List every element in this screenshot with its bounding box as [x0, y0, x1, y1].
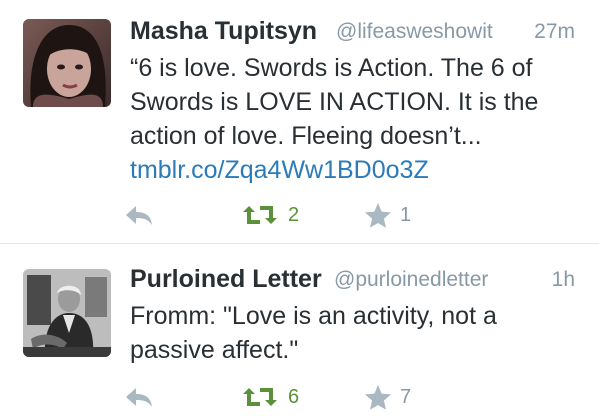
- retweet-icon: [243, 388, 277, 406]
- avatar[interactable]: [23, 19, 111, 107]
- reply-button[interactable]: [124, 200, 154, 230]
- tweet-link[interactable]: tmblr.co/Zqa4Ww1BD0o3Z: [130, 153, 580, 187]
- retweet-button[interactable]: 2: [240, 200, 299, 230]
- user-handle[interactable]: @lifeasweshowit: [336, 20, 493, 44]
- reply-icon: [126, 206, 152, 225]
- retweet-icon: [243, 206, 277, 224]
- tweet-text: Fromm: "Love is an activity, not a passi…: [130, 299, 580, 367]
- tweet[interactable]: Purloined Letter @purloinedletter 1h Fro…: [0, 244, 599, 416]
- user-handle[interactable]: @purloinedletter: [334, 268, 488, 292]
- star-icon: [365, 202, 391, 228]
- retweet-count: 6: [288, 385, 300, 408]
- reply-icon: [126, 388, 152, 407]
- tweet-header: Masha Tupitsyn @lifeasweshowit 27m: [130, 17, 575, 47]
- display-name[interactable]: Masha Tupitsyn: [130, 17, 317, 46]
- tweet-text-line: passive affect.": [130, 336, 299, 364]
- timestamp: 27m: [534, 20, 575, 43]
- favorite-count: 1: [400, 203, 412, 226]
- tweet-text-line: Fromm: "Love is an activity, not a: [130, 302, 497, 330]
- tweet-text-line: “6 is love. Swords is Action. The 6 of: [130, 54, 533, 82]
- tweet-header: Purloined Letter @purloinedletter 1h: [130, 265, 575, 295]
- tweet-text-line: action of love. Fleeing doesn’t...: [130, 122, 482, 150]
- retweet-count: 2: [288, 203, 300, 226]
- reply-button[interactable]: [124, 382, 154, 412]
- retweet-button[interactable]: 6: [240, 382, 299, 412]
- favorite-count: 7: [400, 385, 412, 408]
- tweet[interactable]: Masha Tupitsyn @lifeasweshowit 27m “6 is…: [0, 0, 599, 243]
- timestamp: 1h: [551, 268, 575, 291]
- timeline: Masha Tupitsyn @lifeasweshowit 27m “6 is…: [0, 0, 599, 416]
- star-icon: [365, 384, 391, 410]
- tweet-actions: 2 1: [0, 200, 599, 230]
- bw-photo-avatar-icon: [23, 269, 111, 357]
- tweet-text-line: Swords is LOVE IN ACTION. It is the: [130, 88, 539, 116]
- avatar[interactable]: [23, 269, 111, 357]
- favorite-button[interactable]: 7: [364, 382, 411, 412]
- tweet-text: “6 is love. Swords is Action. The 6 of S…: [130, 51, 580, 187]
- tweet-actions: 6 7: [0, 382, 599, 412]
- favorite-button[interactable]: 1: [364, 200, 411, 230]
- person-photo-avatar-icon: [23, 19, 111, 107]
- display-name[interactable]: Purloined Letter: [130, 265, 322, 294]
